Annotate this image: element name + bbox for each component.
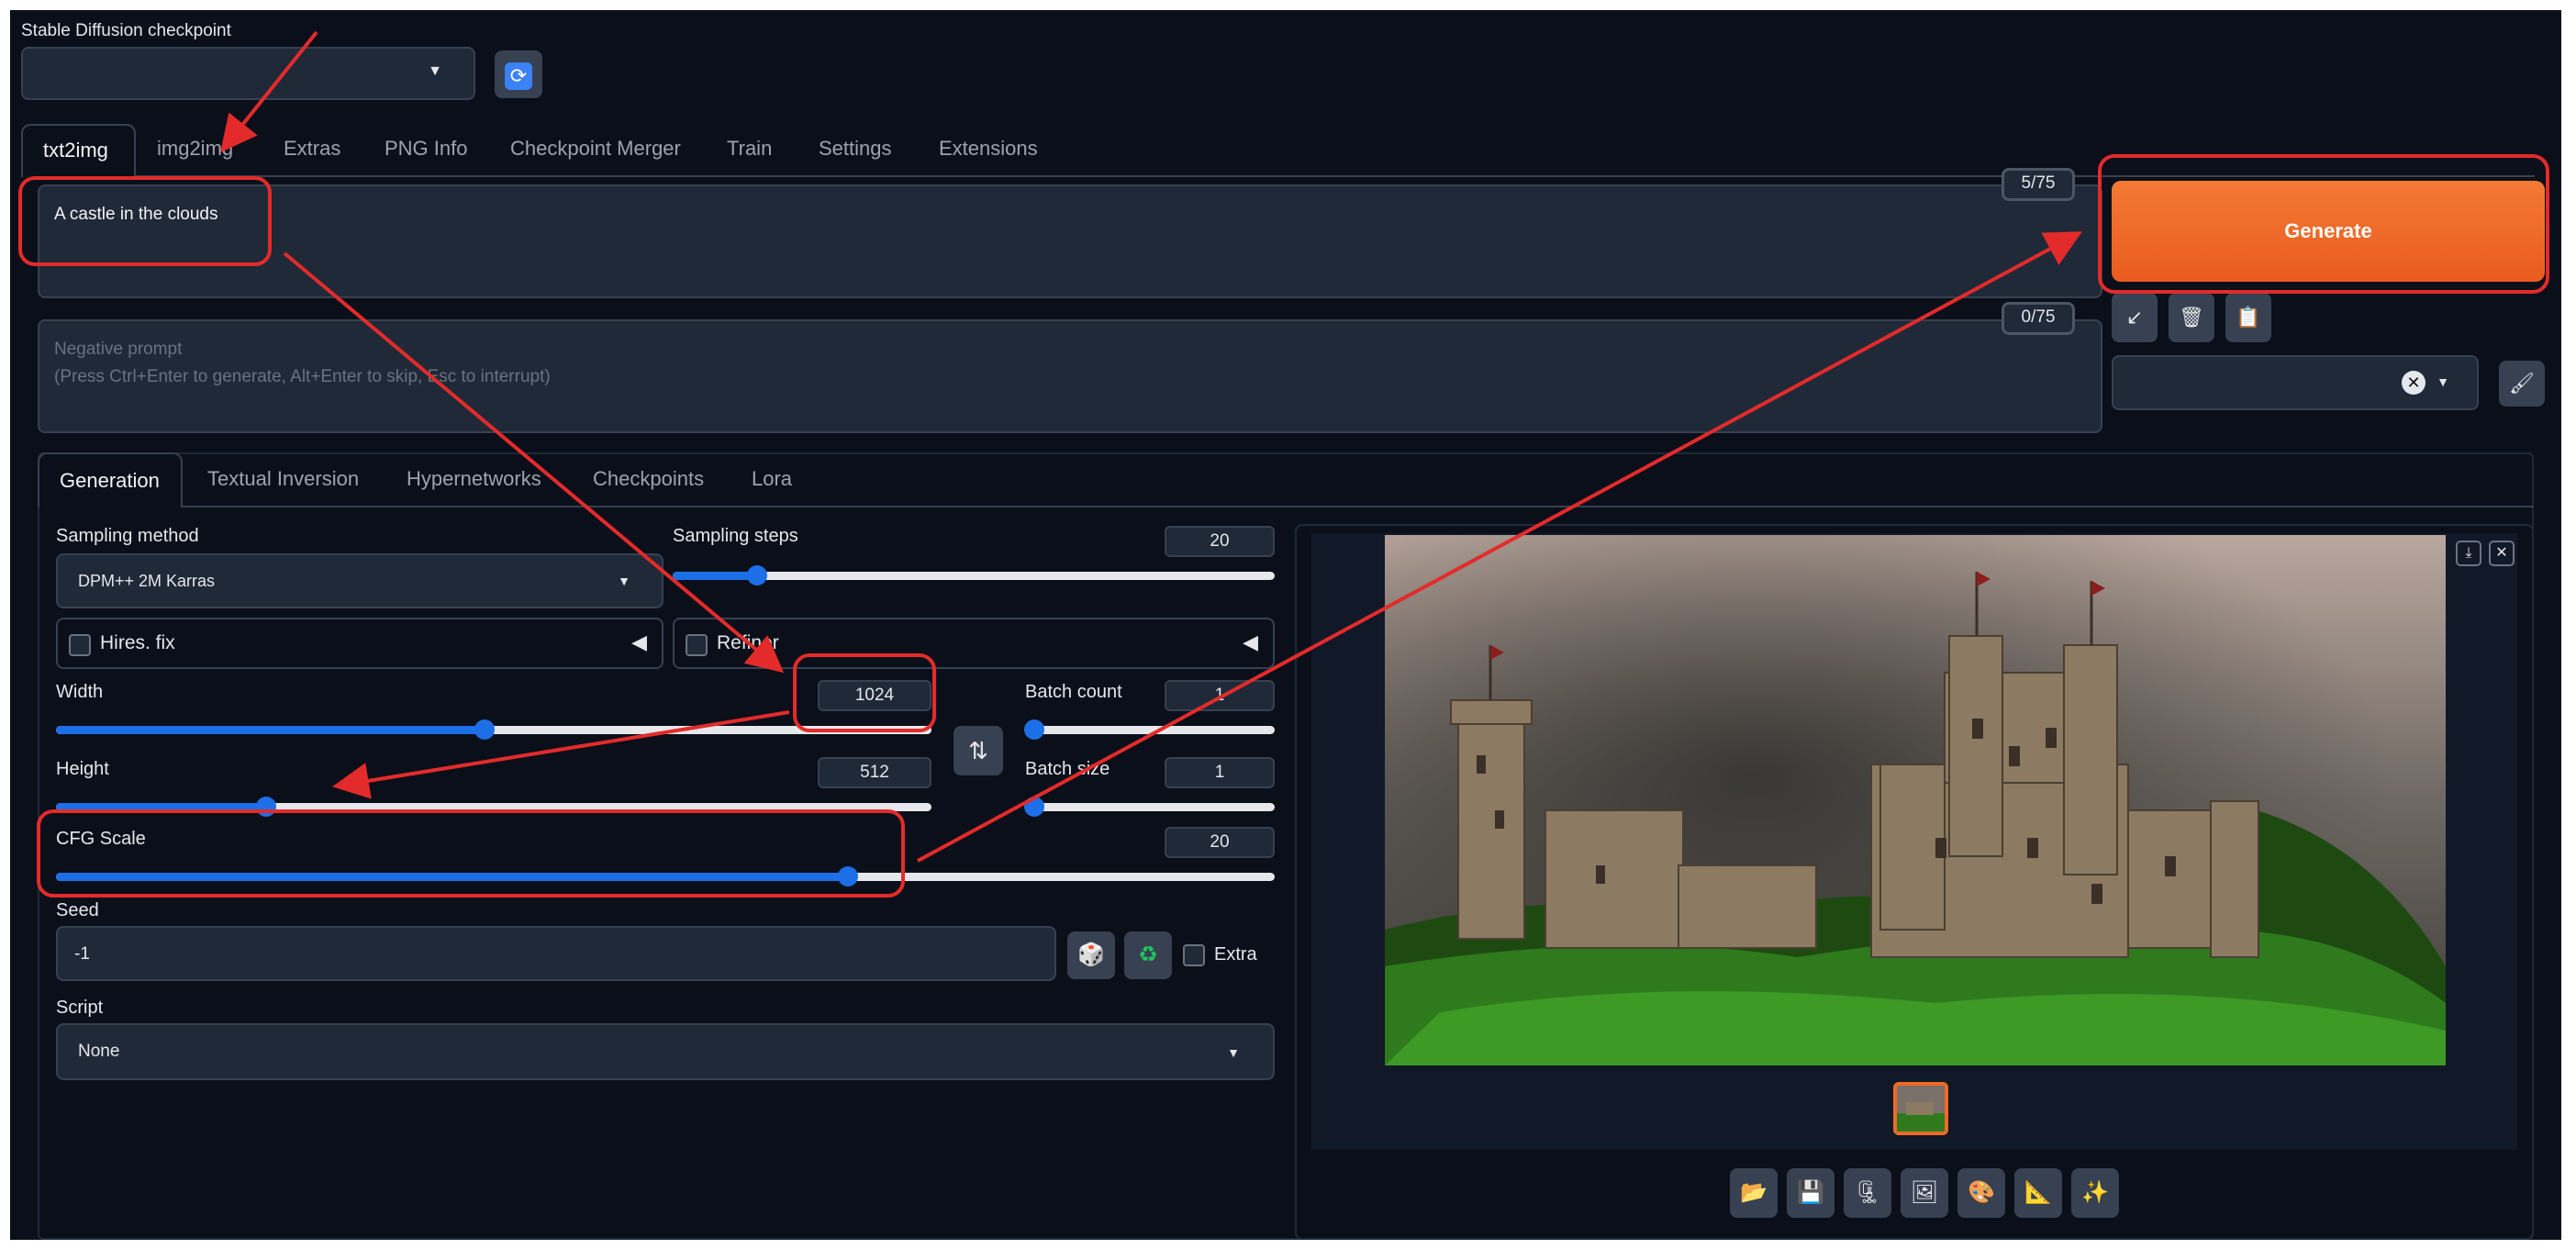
arrow-to-img2img <box>220 30 318 153</box>
arrow-prompt-to-width <box>283 251 785 674</box>
arrow-width-to-height <box>332 710 790 799</box>
annotation-arrows <box>220 30 2083 863</box>
arrow-cfg-to-generate <box>917 231 2083 863</box>
